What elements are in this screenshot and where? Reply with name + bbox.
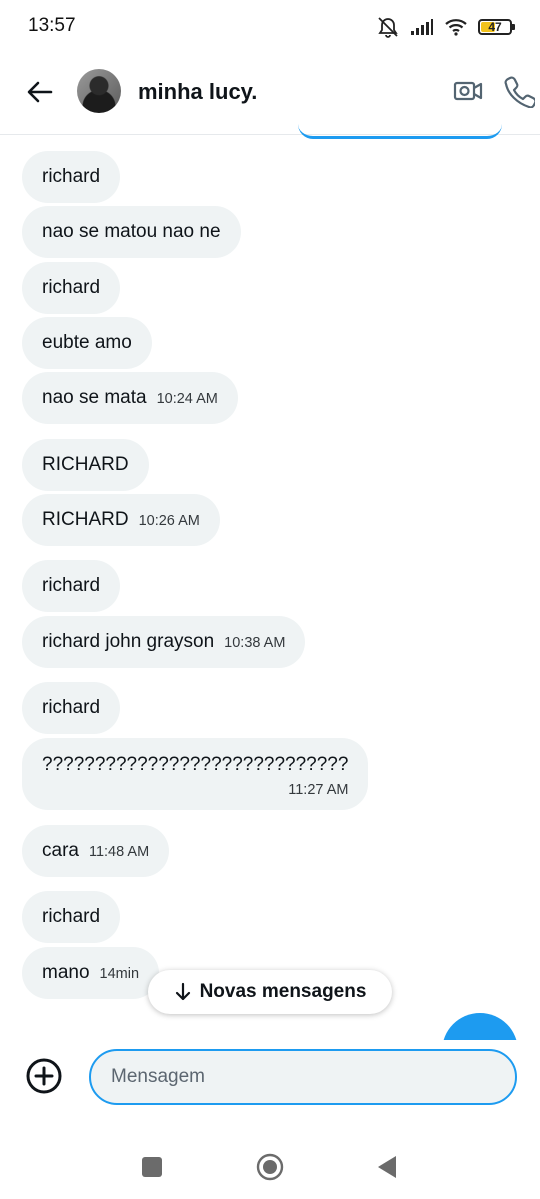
message-text: mano xyxy=(42,962,90,983)
message-time: 10:38 AM xyxy=(224,635,286,651)
message-text: ????????????????????????????? xyxy=(42,754,349,775)
home-button[interactable] xyxy=(256,1153,284,1181)
signal-icon xyxy=(411,19,433,35)
message-text: eubte amo xyxy=(42,332,132,353)
received-message[interactable]: RICHARD xyxy=(22,439,149,491)
message-text: nao se matou nao ne xyxy=(42,221,221,242)
wifi-icon xyxy=(445,19,467,36)
status-icons: 47 xyxy=(376,16,515,38)
message-text: richard xyxy=(42,166,101,187)
message-text: RICHARD xyxy=(42,454,129,475)
received-message[interactable]: nao se matou nao ne xyxy=(22,206,241,258)
received-message[interactable]: richard xyxy=(22,682,121,734)
message-input[interactable] xyxy=(89,1049,517,1105)
phone-icon[interactable] xyxy=(503,74,535,108)
received-message[interactable]: richard xyxy=(22,560,121,612)
composer xyxy=(0,1040,540,1120)
received-message[interactable]: richard john grayson 10:38 AM xyxy=(22,616,306,668)
message-text: RICHARD xyxy=(42,509,129,530)
message-text: richard xyxy=(42,697,101,718)
battery-level: 47 xyxy=(488,20,502,34)
message-time: 14min xyxy=(99,966,140,982)
message-text: nao se mata xyxy=(42,387,147,408)
received-message[interactable]: richard xyxy=(22,891,121,943)
message-text: richard xyxy=(42,906,101,927)
contact-name[interactable]: minha lucy. xyxy=(138,79,257,105)
message-text: richard xyxy=(42,277,101,298)
received-message[interactable]: RICHARD 10:26 AM xyxy=(22,494,220,546)
battery-indicator: 47 xyxy=(478,19,515,35)
video-call-icon[interactable] xyxy=(452,75,484,107)
received-message[interactable]: mano 14min xyxy=(22,947,160,999)
received-message[interactable]: nao se mata 10:24 AM xyxy=(22,372,238,424)
received-message[interactable]: eubte amo xyxy=(22,317,152,369)
arrow-down-icon xyxy=(175,982,190,1001)
message-time: 11:27 AM xyxy=(288,782,349,798)
message-text: richard john grayson xyxy=(42,631,215,652)
received-message[interactable]: ????????????????????????????? 11:27 AM xyxy=(22,738,369,810)
new-messages-button[interactable]: Novas mensagens xyxy=(148,970,392,1014)
back-button[interactable] xyxy=(376,1154,398,1180)
message-text: richard xyxy=(42,575,101,596)
received-message[interactable]: richard xyxy=(22,151,121,203)
message-text: cara xyxy=(42,840,79,861)
mute-icon xyxy=(378,17,398,38)
status-bar: 13:57 47 xyxy=(0,0,540,54)
message-time: 10:24 AM xyxy=(156,391,218,407)
system-nav-bar xyxy=(0,1130,540,1199)
add-circle-icon[interactable] xyxy=(25,1057,63,1095)
back-arrow-icon[interactable] xyxy=(24,76,56,108)
received-message[interactable]: richard xyxy=(22,262,121,314)
new-messages-label: Novas mensagens xyxy=(199,981,367,1002)
message-list[interactable]: richard nao se matou nao ne richard eubt… xyxy=(0,135,540,1040)
status-time: 13:57 xyxy=(28,15,76,36)
chat-header: minha lucy. xyxy=(0,54,540,135)
avatar[interactable] xyxy=(77,69,121,113)
received-message[interactable]: cara 11:48 AM xyxy=(22,825,170,877)
message-time: 11:48 AM xyxy=(88,844,150,860)
message-time: 10:26 AM xyxy=(138,513,200,529)
recent-apps-button[interactable] xyxy=(142,1157,162,1177)
